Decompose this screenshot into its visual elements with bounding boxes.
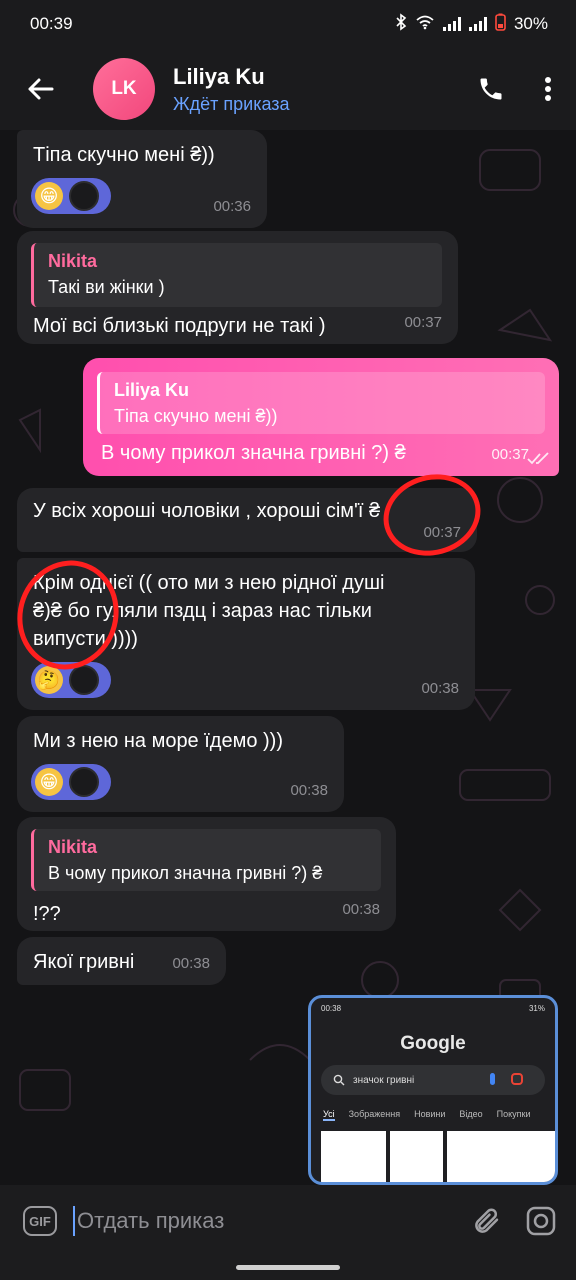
more-vertical-icon: [545, 77, 551, 101]
message-time: 00:36: [213, 198, 251, 215]
message-incoming-reply[interactable]: Nikita Такі ви жінки ) Мої всі близькі п…: [17, 231, 458, 344]
message-time: 00:38: [342, 901, 380, 918]
signal-icon-2: [468, 17, 487, 31]
avatar[interactable]: LK: [93, 58, 155, 120]
message-incoming-reply[interactable]: Nikita В чому прикол значна гривні ?) ₴ …: [17, 817, 396, 931]
message-text: Якої гривні: [33, 951, 135, 973]
chat-status: Ждёт приказа: [173, 93, 290, 114]
lens-icon: [511, 1073, 523, 1085]
reply-text: В чому прикол значна гривні ?) ₴: [48, 863, 323, 883]
message-input[interactable]: [73, 1206, 460, 1236]
message-text: В чому прикол значна гривні ?) ₴: [101, 442, 406, 464]
preview-tabs: Усі Зображення Новини Відео Покупки: [323, 1109, 531, 1121]
message-incoming[interactable]: Ми з нею на море їдемо ))) 😁 00:38: [17, 716, 344, 812]
message-text: Ми з нею на море їдемо ))): [33, 730, 283, 752]
reply-text: Такі ви жінки ): [48, 277, 165, 297]
preview-search-box: значок гривні: [321, 1065, 545, 1095]
system-nav-bar: [0, 1257, 576, 1280]
message-text: Тіпа скучно мені ₴)): [33, 144, 215, 166]
message-time: 00:38: [290, 782, 328, 799]
message-incoming[interactable]: Якої гривні 00:38: [17, 937, 226, 985]
back-button[interactable]: [0, 48, 80, 130]
wifi-icon: [415, 14, 435, 35]
search-icon: [333, 1074, 345, 1086]
preview-image-results: [311, 1121, 555, 1182]
reactor-avatar: [69, 181, 99, 211]
reply-quote[interactable]: Liliya Ku Тіпа скучно мені ₴)): [97, 372, 545, 434]
chat-header: LK Liliya Ku Ждёт приказа: [0, 48, 576, 130]
image-message[interactable]: 00:38 31% Google значок гривні Усі Зобра…: [308, 995, 558, 1185]
camera-button[interactable]: [514, 1185, 568, 1257]
message-time: 00:37: [404, 314, 442, 331]
status-icons: 30%: [395, 12, 548, 36]
battery-icon: [495, 13, 506, 36]
reply-quote[interactable]: Nikita Такі ви жінки ): [31, 243, 442, 307]
preview-status-bar: 00:38 31%: [321, 1004, 545, 1013]
message-text: !??: [33, 903, 61, 925]
message-time: 00:38: [421, 680, 459, 697]
reply-author: Nikita: [48, 251, 98, 271]
reply-author: Liliya Ku: [114, 380, 190, 400]
grinning-emoji-icon: 😁: [35, 768, 63, 796]
reactor-avatar: [69, 665, 99, 695]
message-text: У всіх хороші чоловіки , хороші сім'ї ₴: [33, 500, 381, 522]
call-button[interactable]: [462, 48, 520, 130]
signal-icon: [442, 17, 461, 31]
message-text: Мої всі близькі подруги не такі ): [33, 315, 326, 337]
google-logo: Google: [400, 1033, 466, 1054]
status-time: 00:39: [30, 14, 73, 33]
paperclip-icon: [475, 1208, 499, 1233]
more-menu-button[interactable]: [520, 48, 576, 130]
battery-percent: 30%: [513, 14, 548, 33]
reply-quote[interactable]: Nikita В чому прикол значна гривні ?) ₴: [31, 829, 381, 891]
reactor-avatar: [69, 767, 99, 797]
reply-text: Тіпа скучно мені ₴)): [114, 406, 278, 426]
reaction-chip[interactable]: 😁: [31, 764, 111, 800]
chat-name: Liliya Ku: [173, 63, 265, 89]
double-check-icon: [527, 452, 549, 465]
mic-icon: [490, 1073, 495, 1085]
attach-button[interactable]: [460, 1185, 514, 1257]
status-bar: 00:39 30%: [0, 0, 576, 48]
camera-icon: [526, 1206, 556, 1236]
bluetooth-icon: [395, 12, 407, 36]
grinning-emoji-icon: 😁: [35, 182, 63, 210]
reply-author: Nikita: [48, 837, 98, 857]
arrow-left-icon: [28, 78, 54, 100]
message-time: 00:37: [491, 446, 529, 463]
message-input-bar: GIF: [0, 1185, 576, 1257]
gif-button[interactable]: GIF: [23, 1206, 57, 1236]
message-time: 00:38: [172, 955, 210, 972]
message-outgoing-reply[interactable]: Liliya Ku Тіпа скучно мені ₴)) В чому пр…: [83, 358, 559, 476]
chat-title[interactable]: Liliya Ku Ждёт приказа: [173, 64, 462, 115]
message-incoming[interactable]: Тіпа скучно мені ₴)) 😁 00:36: [17, 130, 267, 228]
thinking-emoji-icon: 🤔: [35, 666, 63, 694]
home-gesture-pill[interactable]: [236, 1265, 340, 1270]
reaction-chip[interactable]: 😁: [31, 178, 111, 214]
phone-icon: [480, 78, 502, 100]
